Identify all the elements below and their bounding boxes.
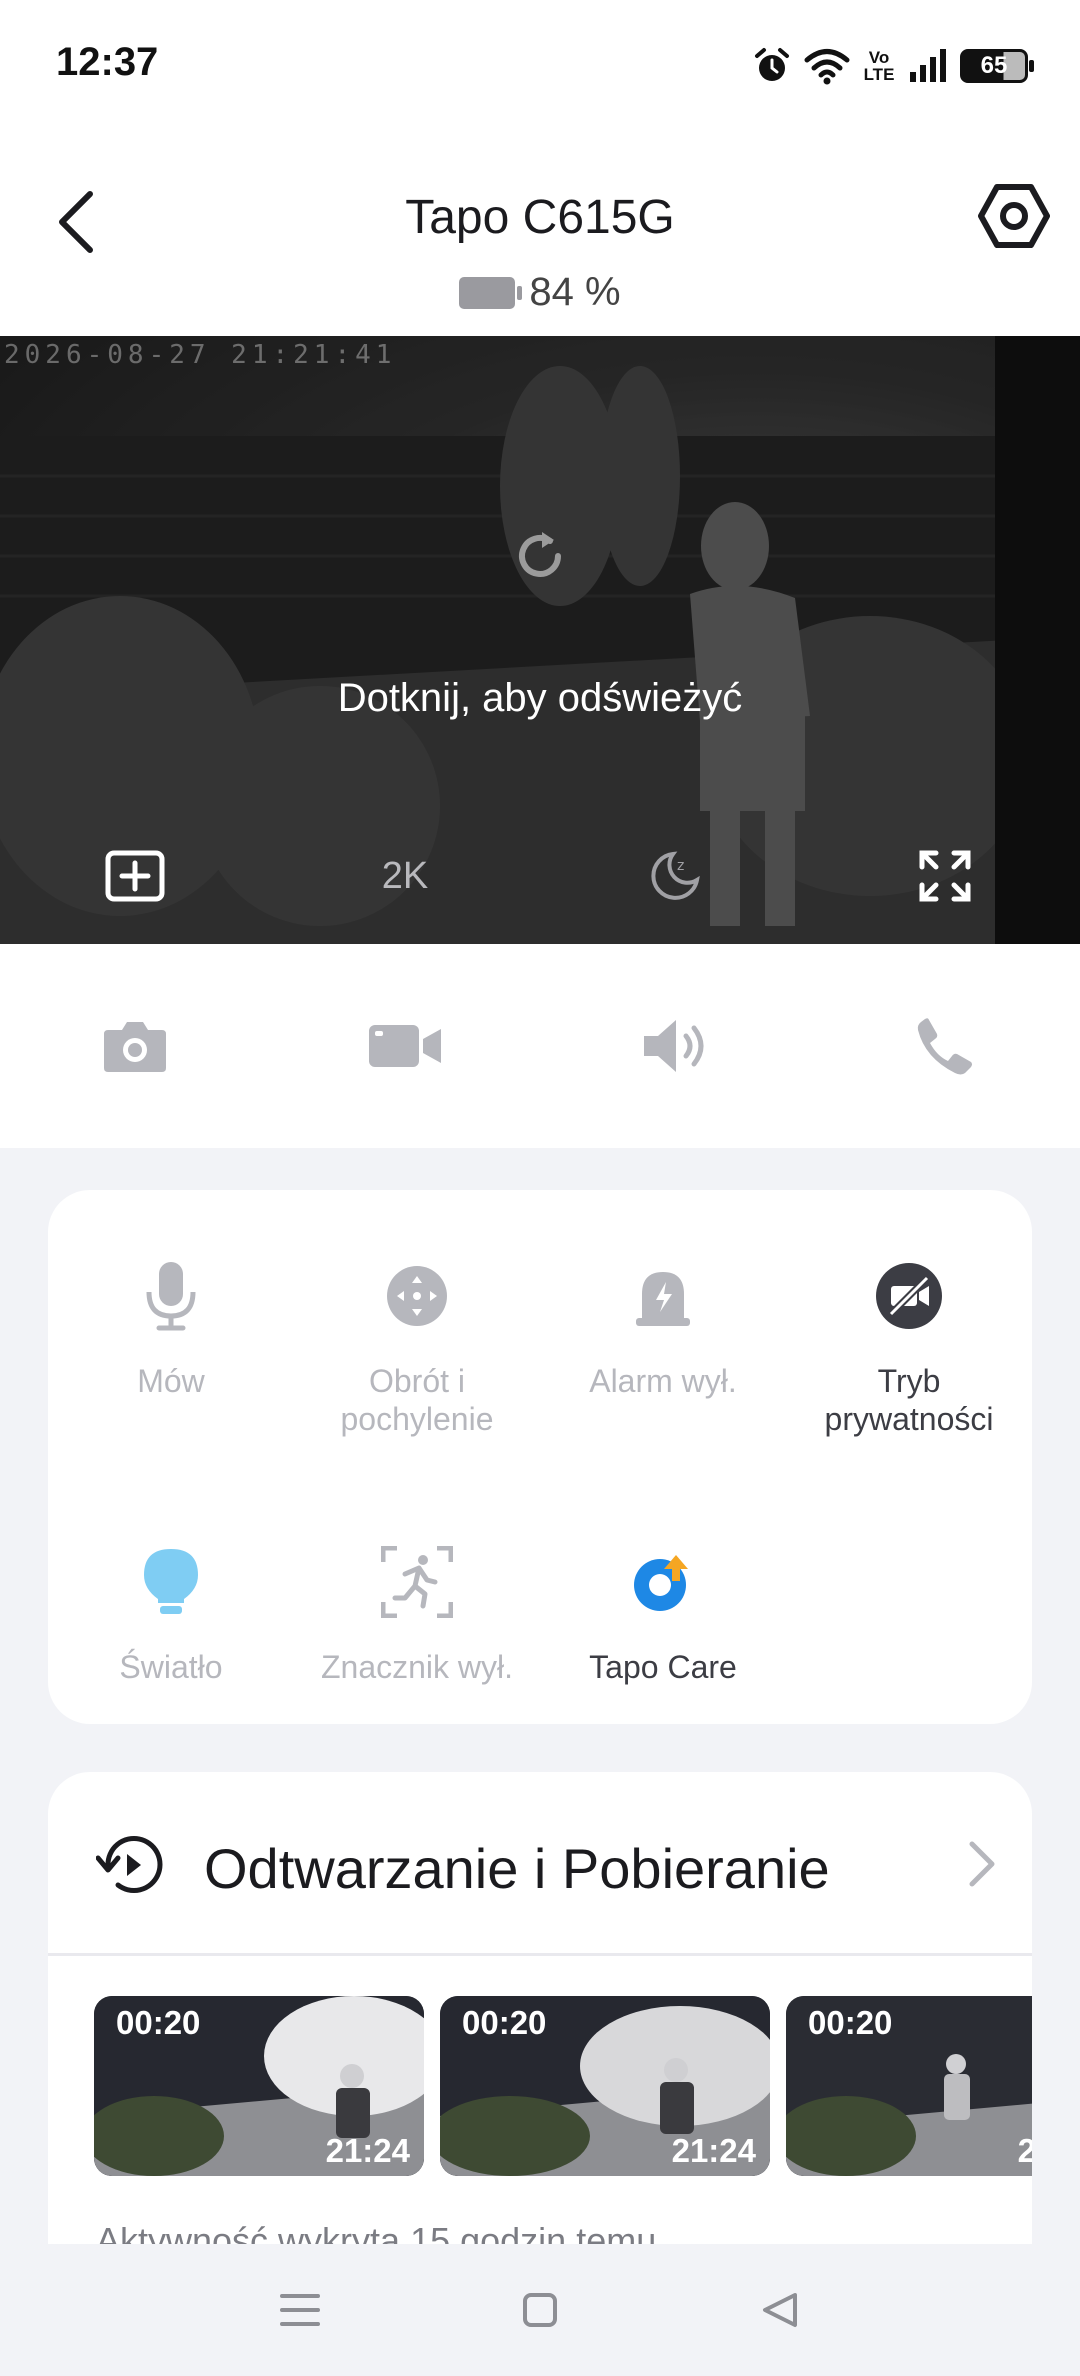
clip-time: 21:24 [325,2132,410,2169]
settings-button[interactable] [976,178,1052,254]
quick-actions [0,944,1080,1148]
feature-label-talk: Mów [137,1363,205,1399]
device-battery: 84 % [0,270,1080,315]
menu-icon [280,2294,320,2326]
privacy-icon [876,1263,942,1329]
resolution-label: 2K [381,854,429,897]
record-button[interactable] [270,944,540,1148]
clip-time: 21:24 [1017,2132,1032,2169]
svg-text:z: z [677,858,684,874]
video-controls: 2K z [0,836,1080,916]
playback-header[interactable]: Odtwarzanie i Pobieranie [48,1772,1032,1956]
volte-indicator: Vo LTE [863,48,895,84]
clip-duration: 00:20 [808,2004,893,2041]
battery-level: 65 [980,52,1008,79]
motion-marker-button[interactable]: Znacznik wył. [294,1542,540,1686]
wifi-icon [804,49,850,85]
history-icon [96,1836,163,1893]
snapshot-button[interactable] [0,944,270,1148]
alarm-icon [636,1272,690,1326]
alarm-button[interactable]: Alarm wył. [540,1256,786,1400]
refresh-icon[interactable] [510,526,570,586]
bulb-icon [144,1549,198,1614]
feature-label-pan-tilt: Obrót i pochylenie [340,1363,494,1437]
refresh-hint[interactable]: Dotknij, aby odświeżyć [0,676,1080,721]
feature-label-light: Światło [119,1649,223,1685]
features-card: Mów Obrót i pochylenie Alarm wył. Tryb p… [48,1190,1032,1724]
resolution-button[interactable]: 2K [270,836,540,916]
status-bar: 12:37 Vo LTE 65 [0,0,1080,128]
pan-tilt-icon [387,1266,447,1326]
device-title: Tapo C615G [405,191,675,244]
tapo-care-icon [634,1553,696,1611]
device-battery-icon [459,276,523,309]
status-icons: Vo LTE 65 [752,44,1034,88]
clip-thumbnail[interactable]: 00:20 21:24 [786,1996,1032,2176]
alarm-clock-icon [755,48,789,81]
add-view-icon [105,850,165,902]
speaker-button[interactable] [540,944,810,1148]
night-mode-button[interactable]: z [540,836,810,916]
fullscreen-icon [919,850,971,902]
speaker-icon [644,1020,704,1072]
clip-strip: 00:20 21:24 00:20 21:24 00:20 2 [94,1996,1032,2178]
video-timestamp: 2026-08-27 21:21:41 [4,340,397,370]
light-button[interactable]: Światło [48,1542,294,1686]
signal-icon [910,49,946,82]
camera-icon [104,1022,166,1072]
app-header: Tapo C615G 84 % [0,128,1080,336]
motion-marker-icon [381,1546,453,1618]
settings-icon [978,184,1050,248]
feature-label-motion-marker: Znacznik wył. [320,1649,514,1685]
clip-duration: 00:20 [462,2004,547,2041]
device-battery-percent: 84 % [529,270,621,314]
talk-button[interactable]: Mów [48,1256,294,1400]
video-camera-icon [369,1025,441,1067]
pan-tilt-button[interactable]: Obrót i pochylenie [294,1256,540,1438]
back-triangle-icon [763,2293,797,2327]
home-button[interactable] [510,2280,570,2340]
moon-icon: z [651,851,700,900]
clip-time: 21:24 [671,2132,756,2169]
microphone-icon [146,1262,196,1331]
battery-indicator: 65 [960,49,1034,83]
recents-button[interactable] [270,2280,330,2340]
fullscreen-button[interactable] [810,836,1080,916]
call-button[interactable] [810,944,1080,1148]
playback-title: Odtwarzanie i Pobieranie [204,1837,830,1900]
chevron-right-icon [969,1841,995,1887]
multi-view-button[interactable] [0,836,270,916]
back-nav-button[interactable] [750,2280,810,2340]
phone-icon [917,1018,972,1075]
home-square-icon [523,2293,557,2327]
feature-label-privacy: Tryb prywatności [824,1363,994,1437]
live-video[interactable]: 2026-08-27 21:21:41 Dotknij, aby odśwież… [0,336,1080,944]
feature-label-tapo-care: Tapo Care [589,1649,737,1685]
system-nav-bar [0,2244,1080,2376]
feature-label-alarm: Alarm wył. [589,1363,737,1399]
clip-thumbnail[interactable]: 00:20 21:24 [94,1996,424,2176]
privacy-mode-button[interactable]: Tryb prywatności [786,1256,1032,1438]
clip-duration: 00:20 [116,2004,201,2041]
status-time: 12:37 [56,40,159,84]
clip-thumbnail[interactable]: 00:20 21:24 [440,1996,770,2176]
tapo-care-button[interactable]: Tapo Care [540,1542,786,1686]
